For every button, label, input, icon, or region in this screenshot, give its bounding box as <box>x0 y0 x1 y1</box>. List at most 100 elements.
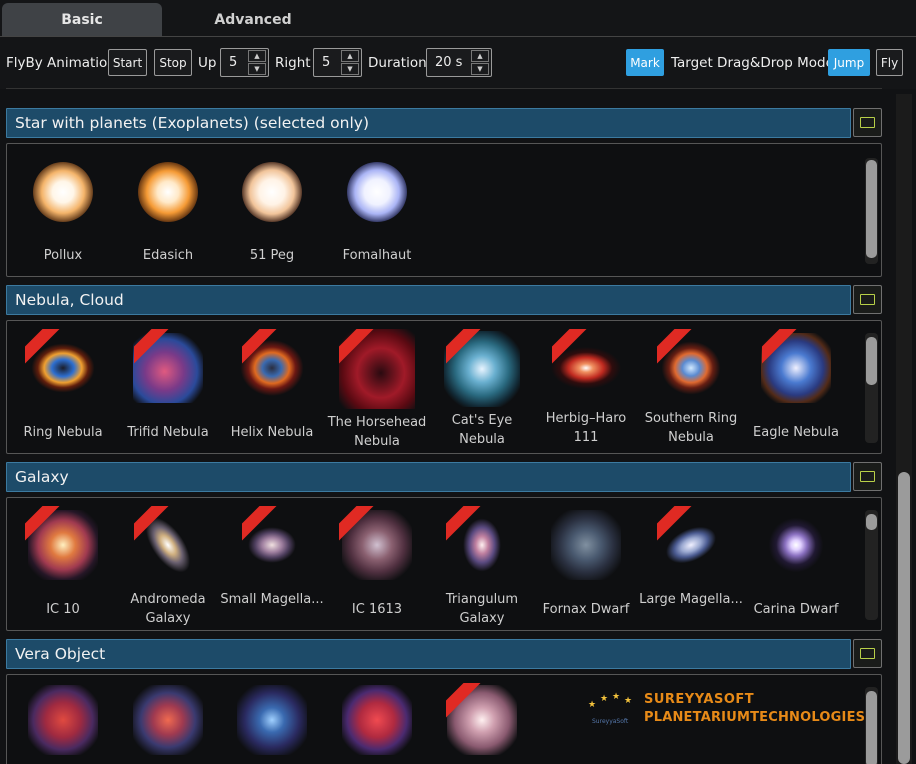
section-window-button[interactable] <box>853 462 882 491</box>
duration-increment-icon[interactable]: ▲ <box>471 50 489 62</box>
stop-button[interactable]: Stop <box>154 49 192 76</box>
fly-button[interactable]: Fly <box>876 49 903 76</box>
list-item[interactable]: Carina Dwarf <box>744 504 848 628</box>
section-body-galaxy: IC 10 Andromeda Galaxy Small Magella... … <box>6 496 882 631</box>
list-item[interactable]: Fornax Dwarf <box>534 504 638 628</box>
window-icon <box>860 294 875 305</box>
item-label: The Horsehead Nebula <box>327 415 427 449</box>
logo-small-text: SureyyaSoft <box>592 718 629 725</box>
list-item[interactable] <box>116 681 220 761</box>
volume-badge-icon <box>339 329 375 365</box>
list-item[interactable] <box>430 681 534 761</box>
item-label: Eagle Nebula <box>753 425 839 440</box>
item-label: Southern Ring Nebula <box>644 411 738 445</box>
tab-advanced[interactable]: Advanced <box>173 3 333 37</box>
right-decrement-icon[interactable]: ▼ <box>341 63 359 75</box>
up-stepper[interactable]: 5 ▲ ▼ <box>220 48 269 77</box>
main-scroll-thumb[interactable] <box>898 472 910 764</box>
duration-decrement-icon[interactable]: ▼ <box>471 63 489 75</box>
up-increment-icon[interactable]: ▲ <box>248 50 266 62</box>
list-item[interactable]: Andromeda Galaxy <box>116 496 220 628</box>
item-label: Carina Dwarf <box>753 602 839 617</box>
item-label: Fornax Dwarf <box>542 602 630 617</box>
list-item[interactable]: Large Magella... <box>639 498 743 628</box>
section-title: Galaxy <box>15 468 69 486</box>
section-window-button[interactable] <box>853 639 882 668</box>
vera-object-icon <box>133 685 203 755</box>
section-scroll-thumb[interactable] <box>866 514 877 530</box>
list-item[interactable]: Ring Nebula <box>11 327 115 451</box>
section-scrollbar[interactable] <box>865 510 878 620</box>
item-label: Andromeda Galaxy <box>130 592 206 626</box>
up-label: Up <box>198 55 217 71</box>
toolbar: FlyBy Animation Start Stop Up 5 ▲ ▼ Righ… <box>0 37 916 89</box>
item-label: IC 10 <box>46 602 80 617</box>
sureyyasoft-logo: ★ ★ ★ ★ SureyyaSoft SUREYYASOFT PLANETARIUM… <box>586 692 865 732</box>
section-title: Nebula, Cloud <box>15 291 124 309</box>
section-scroll-thumb[interactable] <box>866 160 877 258</box>
list-item[interactable]: Fomalhaut <box>325 158 429 268</box>
section-scrollbar[interactable] <box>865 687 878 764</box>
section-scrollbar[interactable] <box>865 158 878 264</box>
item-label: Fomalhaut <box>342 248 412 263</box>
list-item[interactable]: Cat's Eye Nebula <box>430 327 534 451</box>
mark-button[interactable]: Mark <box>626 49 664 76</box>
right-value: 5 <box>322 55 331 70</box>
list-item[interactable]: Pollux <box>11 158 115 268</box>
list-item[interactable]: Triangulum Galaxy <box>430 504 534 628</box>
section-scroll-thumb[interactable] <box>866 691 877 764</box>
section-scrollbar[interactable] <box>865 333 878 443</box>
list-item[interactable]: IC 1613 <box>325 504 429 628</box>
item-label: Helix Nebula <box>230 425 314 440</box>
galaxy-icon <box>761 510 831 580</box>
list-item[interactable]: 51 Peg <box>220 158 324 268</box>
main-scrollbar[interactable] <box>896 94 912 764</box>
start-button[interactable]: Start <box>108 49 147 76</box>
list-item[interactable]: Edasich <box>116 158 220 268</box>
right-label: Right <box>275 55 311 71</box>
list-item[interactable]: IC 10 <box>11 504 115 628</box>
volume-badge-icon <box>134 506 170 542</box>
section-header-galaxy[interactable]: Galaxy <box>6 462 851 492</box>
star-icon <box>242 162 302 222</box>
item-label: Trifid Nebula <box>127 425 209 440</box>
item-label: Herbig–Haro 111 <box>545 411 627 445</box>
jump-button[interactable]: Jump <box>828 49 870 76</box>
list-item[interactable]: Small Magella... <box>220 504 324 628</box>
section-header-exoplanets[interactable]: Star with planets (Exoplanets) (selected… <box>6 108 851 138</box>
item-label: Cat's Eye Nebula <box>451 413 513 447</box>
section-header-vera[interactable]: Vera Object <box>6 639 851 669</box>
list-item[interactable] <box>325 681 429 761</box>
item-label: Small Magella... <box>220 592 324 607</box>
section-body-exoplanets: Pollux Edasich 51 Peg Fomalhaut <box>6 143 882 277</box>
right-stepper[interactable]: 5 ▲ ▼ <box>313 48 362 77</box>
logo-line-1: SUREYYASOFT <box>644 692 755 707</box>
duration-label: Duration <box>368 55 427 71</box>
list-item[interactable]: Helix Nebula <box>220 327 324 451</box>
list-item[interactable] <box>11 681 115 761</box>
list-item[interactable]: The Horsehead Nebula <box>325 327 429 451</box>
section-header-nebula[interactable]: Nebula, Cloud <box>6 285 851 315</box>
tab-basic[interactable]: Basic <box>2 3 162 37</box>
volume-badge-icon <box>242 329 278 365</box>
section-scroll-thumb[interactable] <box>866 337 877 385</box>
list-item[interactable] <box>220 681 324 761</box>
up-value: 5 <box>229 55 238 70</box>
section-window-button[interactable] <box>853 108 882 137</box>
volume-badge-icon <box>339 506 375 542</box>
logo-line-2: PLANETARIUMTECHNOLOGIES <box>644 710 866 725</box>
list-item[interactable]: Southern Ring Nebula <box>639 327 743 451</box>
star-icon <box>138 162 198 222</box>
duration-value: 20 s <box>435 55 463 70</box>
list-item[interactable]: Eagle Nebula <box>744 327 848 451</box>
list-item[interactable]: Trifid Nebula <box>116 327 220 451</box>
section-window-button[interactable] <box>853 285 882 314</box>
item-label: 51 Peg <box>249 248 295 263</box>
drag-drop-mode-label: Target Drag&Drop Mode <box>671 55 834 71</box>
duration-stepper[interactable]: 20 s ▲ ▼ <box>426 48 492 77</box>
up-decrement-icon[interactable]: ▼ <box>248 63 266 75</box>
volume-badge-icon <box>446 683 482 719</box>
list-item[interactable]: Herbig–Haro 111 <box>534 327 638 451</box>
right-increment-icon[interactable]: ▲ <box>341 50 359 62</box>
vera-object-icon <box>28 685 98 755</box>
